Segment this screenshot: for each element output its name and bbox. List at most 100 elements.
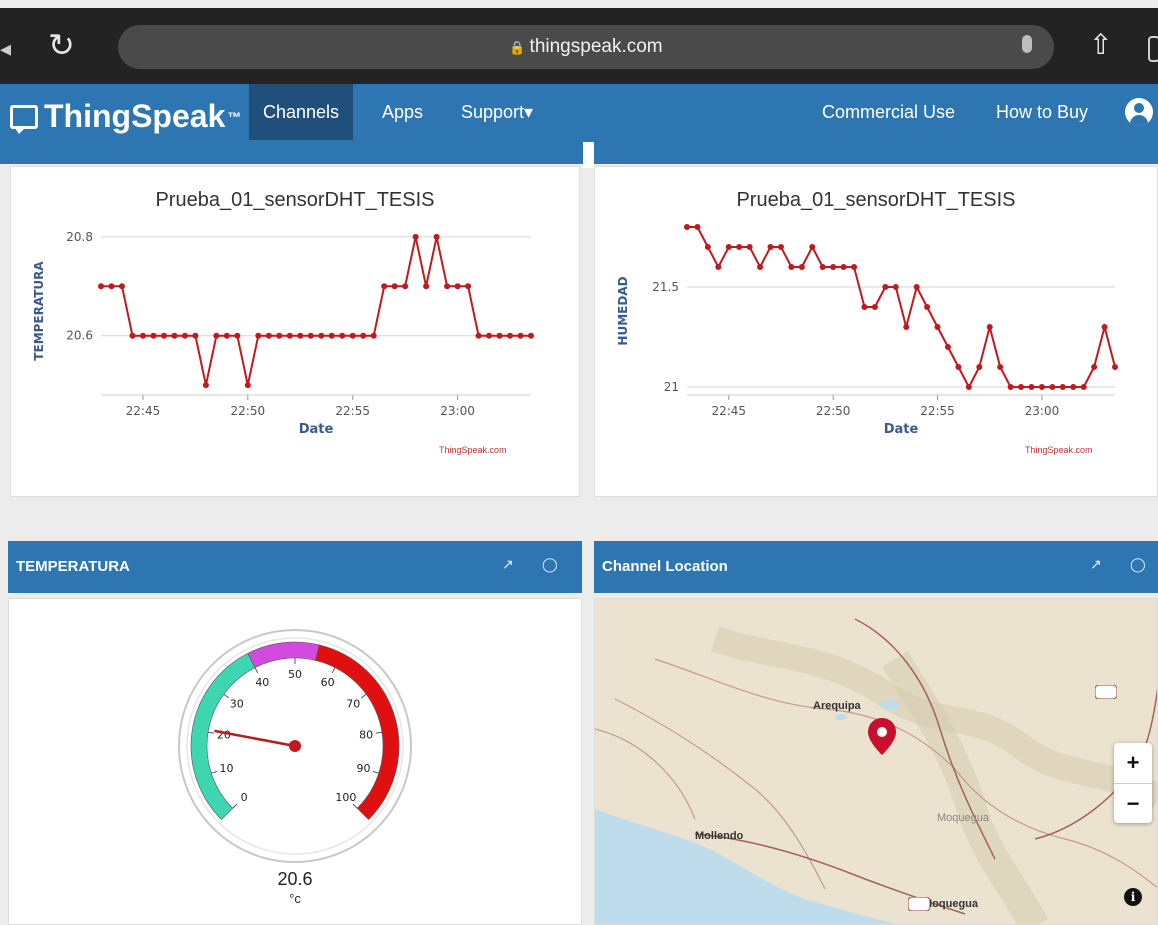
data-point[interactable] [1070, 384, 1077, 390]
data-point[interactable] [924, 304, 931, 310]
data-point[interactable] [965, 384, 972, 390]
data-point[interactable] [986, 324, 993, 330]
data-point[interactable] [402, 283, 409, 290]
data-point[interactable] [444, 283, 451, 290]
thingspeak-credit[interactable]: ThingSpeak.com [1025, 445, 1093, 455]
data-point[interactable] [465, 283, 472, 290]
data-point[interactable] [160, 332, 167, 339]
data-point[interactable] [798, 264, 805, 270]
data-point[interactable] [318, 332, 325, 339]
data-point[interactable] [171, 332, 178, 339]
data-point[interactable] [276, 332, 283, 339]
map-panel-body[interactable]: Arequipa Mollendo Moquegua Moquegua [594, 598, 1158, 925]
data-point[interactable] [788, 264, 795, 270]
external-link-icon[interactable]: ↗ [502, 556, 514, 573]
data-point[interactable] [1007, 384, 1014, 390]
data-point[interactable] [150, 332, 157, 339]
data-point[interactable] [997, 364, 1004, 370]
data-point[interactable] [736, 244, 743, 250]
data-point[interactable] [423, 283, 430, 290]
data-point[interactable] [767, 244, 774, 250]
data-point[interactable] [517, 332, 524, 339]
data-point[interactable] [1059, 384, 1066, 390]
external-link-icon[interactable]: ↗ [1090, 556, 1102, 573]
data-point[interactable] [507, 332, 514, 339]
data-point[interactable] [704, 244, 711, 250]
data-point[interactable] [213, 332, 220, 339]
data-point[interactable] [1049, 384, 1056, 390]
data-point[interactable] [108, 283, 115, 290]
data-point[interactable] [349, 332, 356, 339]
data-point[interactable] [1091, 364, 1098, 370]
data-point[interactable] [286, 332, 293, 339]
data-point[interactable] [496, 332, 503, 339]
data-point[interactable] [486, 332, 493, 339]
data-point[interactable] [1080, 384, 1087, 390]
nav-support[interactable]: Support▾ [447, 84, 547, 140]
data-point[interactable] [360, 332, 367, 339]
data-point[interactable] [955, 364, 962, 370]
data-point[interactable] [118, 283, 125, 290]
data-point[interactable] [934, 324, 941, 330]
data-point[interactable] [328, 332, 335, 339]
info-icon[interactable]: i [1124, 888, 1142, 906]
data-point[interactable] [903, 324, 910, 330]
data-point[interactable] [370, 332, 377, 339]
data-point[interactable] [454, 283, 461, 290]
data-point[interactable] [381, 283, 388, 290]
data-point[interactable] [129, 332, 136, 339]
data-point[interactable] [944, 344, 951, 350]
thingspeak-logo[interactable]: ThingSpeak ™ [10, 98, 241, 135]
data-point[interactable] [715, 264, 722, 270]
data-point[interactable] [819, 264, 826, 270]
data-point[interactable] [412, 233, 419, 240]
data-point[interactable] [871, 304, 878, 310]
data-point[interactable] [1028, 384, 1035, 390]
nav-channels[interactable]: Channels [249, 84, 354, 140]
zoom-out-button[interactable]: − [1114, 783, 1152, 823]
data-point[interactable] [234, 332, 241, 339]
data-point[interactable] [265, 332, 272, 339]
data-point[interactable] [139, 332, 146, 339]
data-point[interactable] [433, 233, 440, 240]
data-point[interactable] [757, 264, 764, 270]
data-point[interactable] [1112, 364, 1118, 370]
data-point[interactable] [1018, 384, 1025, 390]
map-pin-icon[interactable] [867, 717, 897, 757]
map-terrain[interactable] [595, 599, 1158, 925]
nav-how-to-buy[interactable]: How to Buy [982, 84, 1102, 140]
data-point[interactable] [809, 244, 816, 250]
comment-icon[interactable]: ◯ [542, 556, 558, 573]
data-point[interactable] [882, 284, 889, 290]
data-point[interactable] [339, 332, 346, 339]
data-point[interactable] [694, 224, 701, 230]
data-point[interactable] [202, 382, 209, 389]
data-point[interactable] [684, 224, 690, 230]
data-point[interactable] [244, 382, 251, 389]
data-point[interactable] [255, 332, 262, 339]
data-point[interactable] [181, 332, 188, 339]
data-point[interactable] [192, 332, 199, 339]
user-avatar-icon[interactable] [1125, 98, 1153, 126]
data-point[interactable] [391, 283, 398, 290]
nav-commercial-use[interactable]: Commercial Use [808, 84, 969, 140]
microphone-icon[interactable] [1022, 35, 1032, 53]
data-point[interactable] [98, 283, 104, 290]
data-point[interactable] [1038, 384, 1045, 390]
back-arrow-icon[interactable]: ◂ [0, 36, 11, 62]
data-point[interactable] [913, 284, 920, 290]
data-point[interactable] [1101, 324, 1108, 330]
data-point[interactable] [976, 364, 983, 370]
share-icon[interactable]: ⇧ [1089, 28, 1112, 61]
comment-icon[interactable]: ◯ [1130, 556, 1146, 573]
thingspeak-credit[interactable]: ThingSpeak.com [439, 445, 507, 455]
data-point[interactable] [892, 284, 899, 290]
tabs-icon[interactable] [1148, 36, 1158, 62]
data-point[interactable] [223, 332, 230, 339]
address-bar[interactable]: 🔒 thingspeak.com [118, 25, 1054, 69]
data-point[interactable] [307, 332, 314, 339]
data-point[interactable] [830, 264, 837, 270]
data-point[interactable] [840, 264, 847, 270]
nav-apps[interactable]: Apps [368, 84, 437, 140]
reload-icon[interactable]: ↻ [48, 26, 75, 64]
